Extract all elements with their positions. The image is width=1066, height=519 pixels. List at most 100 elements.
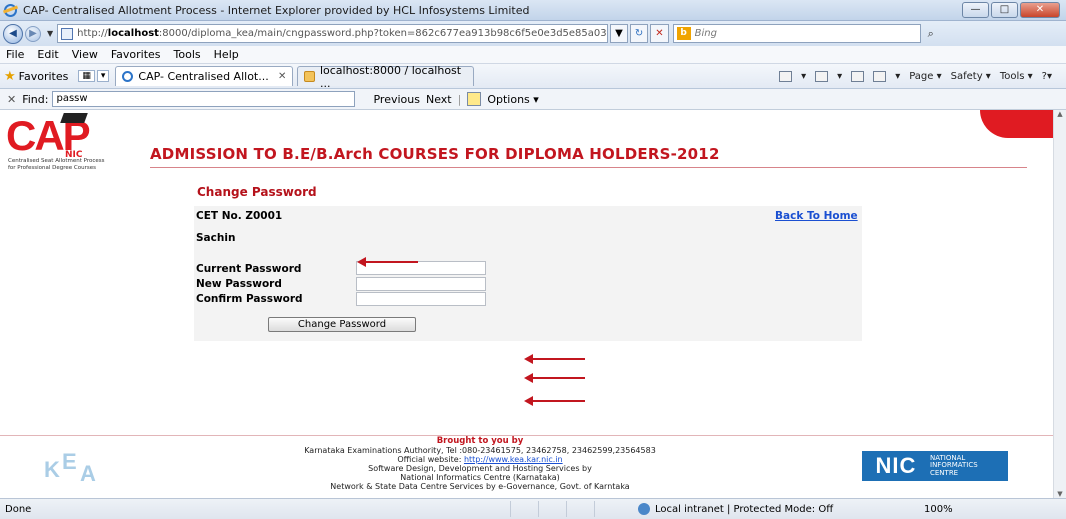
menu-help[interactable]: Help (214, 48, 239, 61)
recent-pages-dropdown[interactable]: ▼ (47, 29, 53, 38)
print-icon[interactable] (873, 70, 887, 82)
cet-number: CET No. Z0001 (196, 210, 283, 222)
intranet-globe-icon (638, 503, 650, 515)
close-tab-icon[interactable]: ✕ (278, 71, 286, 82)
window-titlebar: CAP- Centralised Allotment Process - Int… (0, 0, 1066, 21)
menu-view[interactable]: View (72, 48, 98, 61)
menu-tools[interactable]: Tools (174, 48, 201, 61)
find-input[interactable]: passw (52, 91, 356, 107)
annotation-arrow-icon (357, 257, 418, 267)
home-icon[interactable] (779, 70, 793, 82)
form-title: Change Password (197, 185, 317, 199)
annotation-arrow-icon (524, 354, 585, 364)
page-menu[interactable]: Page ▾ (909, 71, 941, 82)
help-menu-icon[interactable]: ?▾ (1042, 71, 1052, 82)
search-icon[interactable]: ⌕ (928, 27, 934, 41)
kea-website-link[interactable]: http://www.kea.kar.nic.in (464, 455, 563, 464)
footer-brought: Brought to you by (436, 436, 524, 446)
highlight-matches-icon[interactable] (467, 92, 482, 106)
confirm-password-label: Confirm Password (196, 293, 303, 305)
cap-logo: CAP NIC Centralised Seat Allotment Proce… (6, 112, 146, 172)
find-bar: ✕ Find: passw Previous Next | Options ▾ (0, 89, 1066, 110)
footer-line-1: Karnataka Examinations Authority, Tel :0… (304, 446, 656, 455)
zoom-level[interactable]: 100% (924, 504, 953, 515)
page-content: CAP NIC Centralised Seat Allotment Proce… (0, 110, 1053, 498)
tools-menu[interactable]: Tools ▾ (1000, 71, 1033, 82)
kea-letter: K (44, 457, 60, 482)
page-favicon-icon (61, 27, 74, 40)
search-input[interactable]: b Bing (672, 24, 921, 43)
current-password-input[interactable] (356, 261, 486, 275)
new-password-label: New Password (196, 278, 282, 290)
nic-logo-line: CENTRE (930, 468, 959, 477)
status-cell (538, 501, 566, 517)
address-toolbar: ◀ ▶ ▼ http://localhost:8000/diploma_kea/… (0, 21, 1066, 46)
kea-letter: A (80, 461, 96, 486)
home-dropdown[interactable]: ▾ (801, 71, 806, 82)
menu-edit[interactable]: Edit (37, 48, 58, 61)
favorites-tab-bar: ★ Favorites ▦ ▾ CAP- Centralised Allot..… (0, 64, 1066, 90)
decorative-corner (980, 110, 1053, 138)
annotation-arrow-icon (524, 396, 585, 406)
find-previous-button[interactable]: Previous (373, 93, 420, 106)
new-password-input[interactable] (356, 277, 486, 291)
refresh-icon[interactable]: ↻ (629, 24, 649, 43)
footer-divider (0, 435, 1053, 436)
menu-favorites[interactable]: Favorites (111, 48, 161, 61)
scroll-down-icon[interactable]: ▼ (1054, 490, 1066, 498)
address-input[interactable]: http://localhost:8000/diploma_kea/main/c… (57, 24, 609, 43)
logo-tagline-1: Centralised Seat Allotment Process (8, 158, 105, 164)
close-find-icon[interactable]: ✕ (7, 93, 16, 106)
tab-label: CAP- Centralised Allot... (138, 70, 269, 83)
find-next-button[interactable]: Next (426, 93, 452, 106)
current-password-label: Current Password (196, 263, 302, 275)
favorites-button[interactable]: Favorites (19, 70, 69, 83)
logo-tagline-2: for Professional Degree Courses (8, 165, 96, 171)
url-path: :8000/diploma_kea/main/cngpassword.php?t… (158, 28, 607, 39)
tab-localhost[interactable]: localhost:8000 / localhost ... (297, 64, 475, 90)
command-bar: ▾ ▾ ▾ Page ▾ Safety ▾ Tools ▾ ?▾ (770, 70, 1066, 82)
graduation-cap-icon (60, 113, 88, 123)
nic-logo: NIC NATIONAL INFORMATICS CENTRE (862, 451, 1008, 481)
vertical-scrollbar[interactable]: ▲ ▼ (1053, 110, 1066, 498)
tab-list-dropdown[interactable]: ▾ (96, 70, 110, 82)
bing-icon: b (676, 27, 691, 40)
tab-cap[interactable]: CAP- Centralised Allot... ✕ (115, 66, 294, 86)
confirm-password-input[interactable] (356, 292, 486, 306)
maximize-button[interactable]: □ (991, 2, 1018, 18)
quick-tabs-icon[interactable]: ▦ (78, 70, 95, 82)
change-password-button[interactable]: Change Password (268, 317, 416, 332)
find-options-button[interactable]: Options ▾ (487, 93, 538, 106)
kea-logo: K E A (40, 449, 120, 486)
status-cell (566, 501, 594, 517)
close-window-button[interactable]: ✕ (1020, 2, 1060, 18)
menu-file[interactable]: File (6, 48, 24, 61)
minimize-button[interactable]: — (962, 2, 989, 18)
back-button[interactable]: ◀ (3, 23, 23, 44)
address-dropdown-button[interactable]: ▼ (610, 24, 628, 43)
kea-letter: E (62, 449, 77, 474)
nic-logo-text: NATIONAL INFORMATICS CENTRE (930, 454, 978, 478)
print-dropdown[interactable]: ▾ (895, 71, 900, 82)
zone-text: Local intranet | Protected Mode: Off (655, 503, 834, 515)
mail-icon[interactable] (851, 70, 865, 82)
back-to-home-link[interactable]: Back To Home (775, 210, 858, 222)
window-controls: — □ ✕ (960, 2, 1060, 18)
security-zone[interactable]: Local intranet | Protected Mode: Off (638, 503, 868, 515)
ie-logo-icon (4, 3, 17, 17)
nic-logo-mark: NIC (875, 453, 917, 478)
safety-menu[interactable]: Safety ▾ (951, 71, 991, 82)
scroll-up-icon[interactable]: ▲ (1054, 110, 1066, 118)
status-cell (594, 501, 622, 517)
status-bar: Done Local intranet | Protected Mode: Of… (0, 498, 1066, 519)
footer-line-5: Network & State Data Centre Services by … (330, 482, 630, 491)
feeds-dropdown[interactable]: ▾ (837, 71, 842, 82)
footer-website-label: Official website: (397, 455, 464, 464)
ie-tab-icon (122, 71, 134, 82)
forward-button[interactable]: ▶ (25, 25, 41, 42)
feeds-icon[interactable] (815, 70, 829, 82)
favorites-star-icon[interactable]: ★ (4, 69, 16, 84)
page-heading: ADMISSION TO B.E/B.Arch COURSES FOR DIPL… (150, 145, 720, 163)
find-label: Find: (22, 92, 49, 106)
stop-icon[interactable]: ✕ (650, 24, 669, 43)
